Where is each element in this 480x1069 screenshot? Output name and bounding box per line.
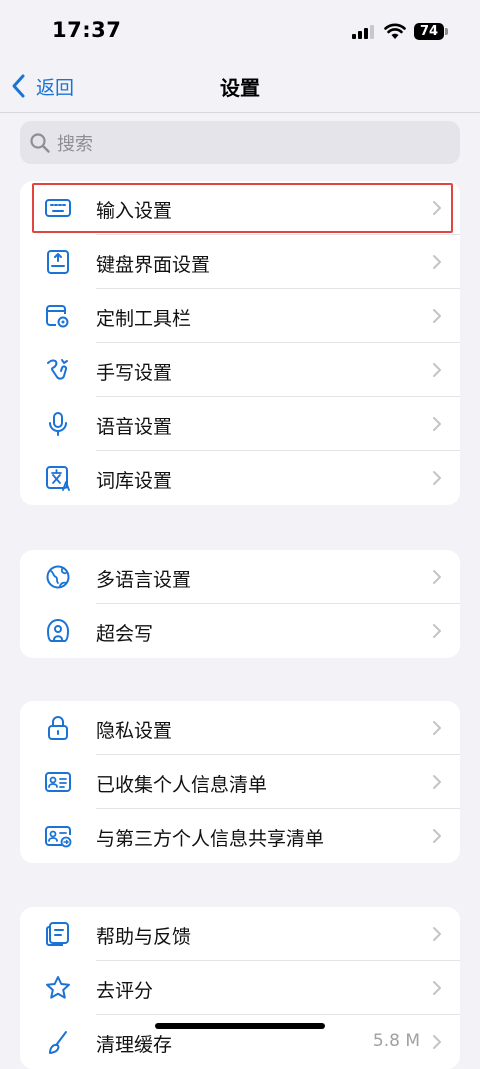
status-time: 17:37 bbox=[52, 18, 122, 42]
row-label: 清理缓存 bbox=[96, 1034, 173, 1056]
id-card-share-icon bbox=[45, 826, 72, 848]
navigation-bar: 返回 设置 bbox=[0, 60, 480, 113]
row-label: 隐私设置 bbox=[96, 720, 173, 742]
row-label: 与第三方个人信息共享清单 bbox=[96, 828, 325, 850]
chevron-right-icon bbox=[433, 471, 441, 485]
lock-icon bbox=[48, 716, 68, 740]
keyboard-layout-icon bbox=[47, 250, 69, 274]
row-collected-info-list[interactable]: 已收集个人信息清单 bbox=[20, 755, 460, 809]
chevron-right-icon bbox=[433, 255, 441, 269]
row-input-settings[interactable]: 输入设置 bbox=[20, 181, 460, 235]
settings-group-language: 多语言设置 超会写 bbox=[20, 550, 460, 658]
chevron-right-icon bbox=[433, 624, 441, 638]
star-icon bbox=[46, 976, 70, 999]
row-label: 词库设置 bbox=[96, 470, 173, 492]
globe-icon bbox=[46, 565, 70, 589]
chevron-right-icon bbox=[433, 363, 441, 377]
battery-tip bbox=[445, 28, 448, 35]
keyboard-icon bbox=[45, 199, 71, 217]
chevron-right-icon bbox=[433, 417, 441, 431]
row-label: 帮助与反馈 bbox=[96, 926, 192, 948]
id-card-icon bbox=[45, 772, 71, 792]
row-label: 多语言设置 bbox=[96, 569, 192, 591]
row-help-feedback[interactable]: 帮助与反馈 bbox=[20, 907, 460, 961]
settings-group-input: 输入设置 键盘界面设置 定制工具栏 手写设置 语音设置 词库设置 bbox=[20, 181, 460, 505]
chevron-right-icon bbox=[433, 927, 441, 941]
status-bar: 17:37 74 bbox=[0, 0, 480, 60]
wifi-icon bbox=[384, 23, 406, 39]
row-handwriting-settings[interactable]: 手写设置 bbox=[20, 343, 460, 397]
row-multilanguage-settings[interactable]: 多语言设置 bbox=[20, 550, 460, 604]
page-title: 设置 bbox=[220, 76, 260, 100]
search-placeholder: 搜索 bbox=[57, 133, 93, 155]
handwriting-icon bbox=[47, 359, 68, 380]
row-third-party-sharing-list[interactable]: 与第三方个人信息共享清单 bbox=[20, 809, 460, 863]
row-label: 超会写 bbox=[96, 623, 154, 645]
brush-icon bbox=[49, 1031, 67, 1054]
row-label: 键盘界面设置 bbox=[96, 254, 211, 276]
row-privacy-settings[interactable]: 隐私设置 bbox=[20, 701, 460, 755]
chevron-right-icon bbox=[433, 829, 441, 843]
search-field[interactable]: 搜索 bbox=[20, 121, 460, 164]
row-label: 去评分 bbox=[96, 980, 154, 1002]
search-icon bbox=[30, 132, 50, 153]
chevron-right-icon bbox=[433, 309, 441, 323]
row-rate-app[interactable]: 去评分 bbox=[20, 961, 460, 1015]
writer-icon bbox=[47, 619, 69, 642]
home-indicator[interactable] bbox=[155, 1023, 325, 1029]
feedback-icon bbox=[46, 922, 69, 946]
row-label: 手写设置 bbox=[96, 362, 173, 384]
row-dictionary-settings[interactable]: 词库设置 bbox=[20, 451, 460, 505]
toolbar-gear-icon bbox=[46, 305, 69, 328]
row-label: 语音设置 bbox=[96, 416, 173, 438]
dictionary-icon bbox=[46, 466, 70, 491]
cellular-signal-icon bbox=[352, 25, 376, 39]
row-label: 输入设置 bbox=[96, 200, 173, 222]
settings-group-privacy: 隐私设置 已收集个人信息清单 与第三方个人信息共享清单 bbox=[20, 701, 460, 863]
battery-indicator: 74 bbox=[414, 23, 444, 40]
row-keyboard-layout-settings[interactable]: 键盘界面设置 bbox=[20, 235, 460, 289]
row-label: 已收集个人信息清单 bbox=[96, 774, 268, 796]
chevron-right-icon bbox=[433, 775, 441, 789]
row-custom-toolbar[interactable]: 定制工具栏 bbox=[20, 289, 460, 343]
row-voice-settings[interactable]: 语音设置 bbox=[20, 397, 460, 451]
chevron-right-icon bbox=[433, 570, 441, 584]
row-label: 定制工具栏 bbox=[96, 308, 192, 330]
chevron-right-icon bbox=[433, 981, 441, 995]
chevron-right-icon bbox=[433, 721, 441, 735]
cache-size: 5.8 M bbox=[372, 1031, 420, 1051]
chevron-right-icon bbox=[433, 1035, 441, 1049]
microphone-icon bbox=[49, 412, 67, 436]
chevron-right-icon bbox=[433, 201, 441, 215]
row-super-writer[interactable]: 超会写 bbox=[20, 604, 460, 658]
settings-group-help: 帮助与反馈 去评分 清理缓存 5.8 M bbox=[20, 907, 460, 1069]
